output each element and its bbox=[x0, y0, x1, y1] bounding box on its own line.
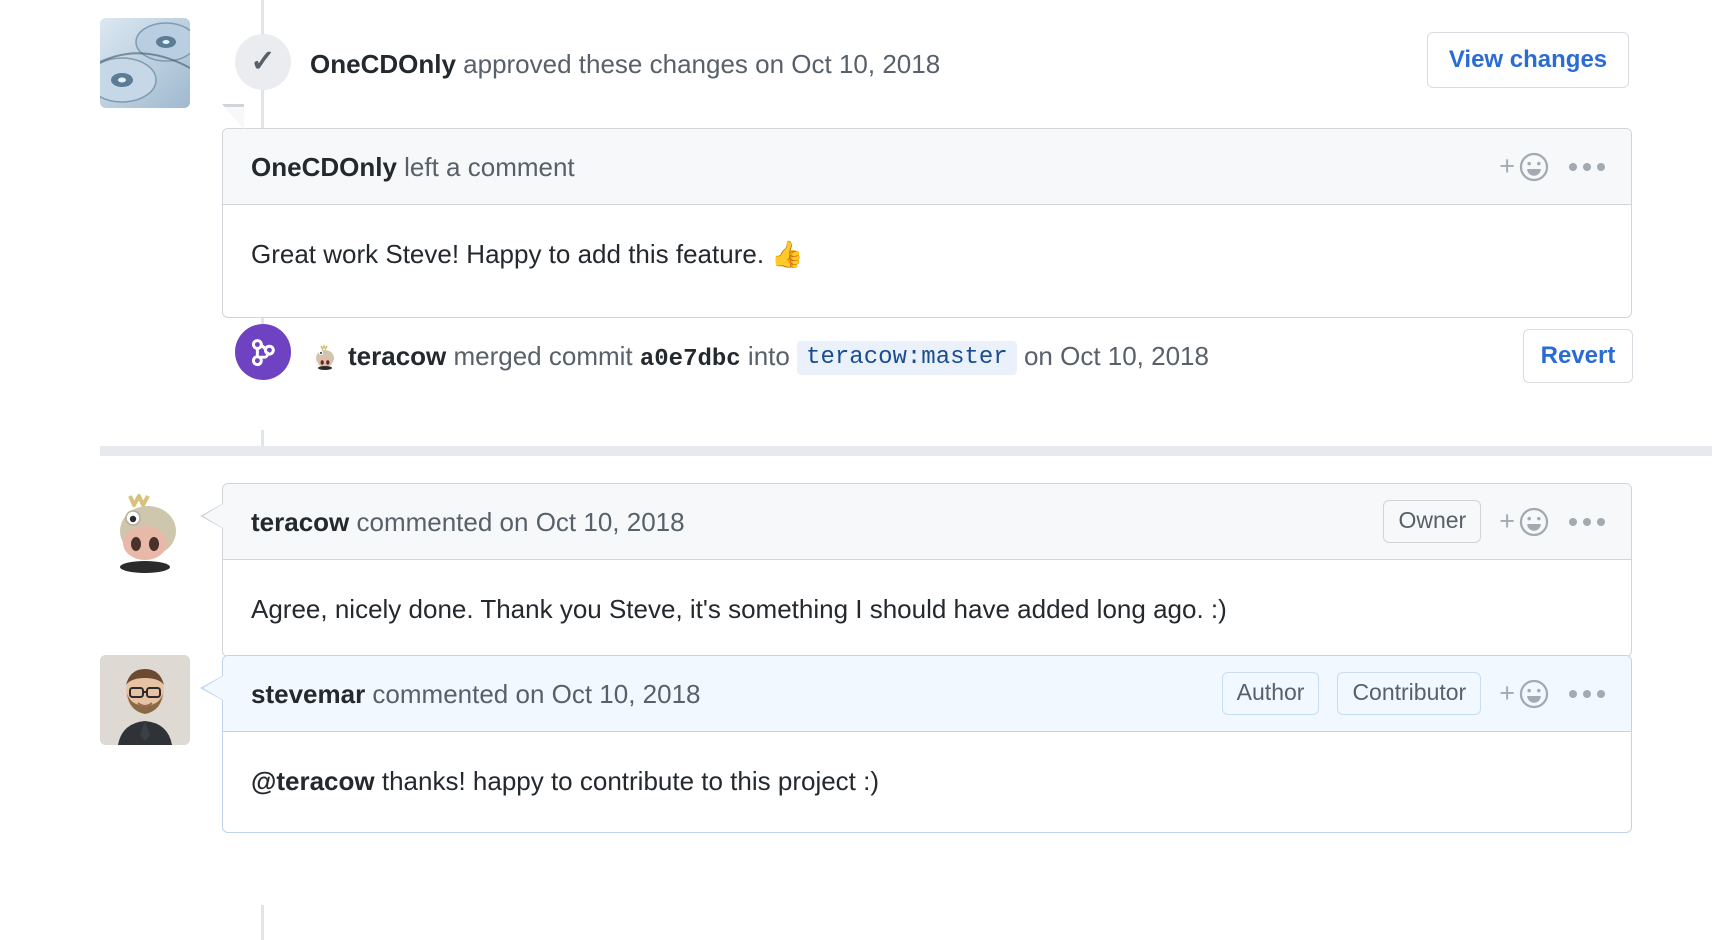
onecdonly-avatar[interactable] bbox=[100, 18, 190, 108]
stevemar-comment-action: commented on bbox=[365, 678, 552, 709]
view-changes-button[interactable]: View changes bbox=[1427, 32, 1629, 88]
plus-icon: + bbox=[1499, 151, 1515, 181]
approval-action: approved these changes on bbox=[455, 49, 792, 79]
timeline-rail-approve-to-comment bbox=[261, 88, 264, 128]
teracow-comment-header: teracow commented on Oct 10, 2018 Owner … bbox=[223, 484, 1631, 560]
merge-event-text: teracow merged commit a0e7dbc into terac… bbox=[310, 341, 1209, 376]
teracow-avatar[interactable] bbox=[100, 483, 190, 573]
review-comment-header-actions: + bbox=[1499, 129, 1605, 204]
teracow-inline-avatar[interactable] bbox=[310, 341, 340, 371]
review-comment-tail-fill bbox=[224, 107, 244, 129]
stevemar-comment-header: stevemar commented on Oct 10, 2018 Autho… bbox=[223, 656, 1631, 732]
status-badge-owner: Owner bbox=[1383, 499, 1482, 544]
stevemar-comment-body: @teracow thanks! happy to contribute to … bbox=[223, 732, 1631, 831]
smiley-plus-icon[interactable]: + bbox=[1499, 677, 1551, 711]
review-comment-header-text: OneCDOnly left a comment bbox=[251, 154, 575, 180]
approved-check-badge: ✓ bbox=[235, 34, 291, 90]
approval-event-text: OneCDOnly approved these changes on Oct … bbox=[310, 51, 940, 77]
merge-action-after: on bbox=[1016, 341, 1061, 371]
merge-commit-hash[interactable]: a0e7dbc bbox=[640, 346, 741, 373]
stevemar-avatar[interactable] bbox=[100, 655, 190, 745]
review-comment-box: OneCDOnly left a comment + Great work St… bbox=[222, 128, 1632, 318]
plus-icon: + bbox=[1499, 678, 1515, 708]
kebab-menu-icon[interactable] bbox=[1569, 689, 1605, 698]
stevemar-comment-header-actions: Author Contributor + bbox=[1221, 656, 1605, 731]
status-badge-contributor: Contributor bbox=[1337, 671, 1482, 716]
stevemar-comment-author[interactable]: stevemar bbox=[251, 679, 365, 709]
cd-disc-image bbox=[100, 18, 190, 108]
smiley-plus-icon[interactable]: + bbox=[1499, 505, 1551, 539]
teracow-comment-body: Agree, nicely done. Thank you Steve, it'… bbox=[251, 594, 1227, 624]
teracow-comment-box: teracow commented on Oct 10, 2018 Owner … bbox=[222, 483, 1632, 657]
teracow-comment-header-actions: Owner + bbox=[1383, 484, 1605, 559]
comment-body-rest: thanks! happy to contribute to this proj… bbox=[374, 766, 880, 796]
person-photo-image bbox=[100, 655, 190, 745]
review-comment-action: left a comment bbox=[396, 151, 575, 182]
smiley-plus-icon[interactable]: + bbox=[1499, 150, 1551, 184]
check-icon: ✓ bbox=[250, 45, 276, 78]
stevemar-comment-header-text: stevemar commented on Oct 10, 2018 bbox=[251, 681, 701, 707]
approval-date: Oct 10, 2018 bbox=[791, 49, 941, 79]
revert-label: Revert bbox=[1540, 342, 1616, 369]
cow-avatar-image bbox=[100, 483, 190, 573]
status-badge-author: Author bbox=[1221, 671, 1320, 716]
merge-action-mid: into bbox=[740, 341, 798, 371]
merge-target-branch[interactable]: teracow:master bbox=[797, 341, 1017, 376]
view-changes-label: View changes bbox=[1448, 46, 1608, 73]
timeline-rail-bottom bbox=[261, 905, 264, 940]
teracow-comment-author[interactable]: teracow bbox=[251, 507, 349, 537]
timeline-section-divider bbox=[100, 446, 1712, 456]
merge-date: Oct 10, 2018 bbox=[1060, 341, 1209, 371]
review-comment-header: OneCDOnly left a comment + bbox=[223, 129, 1631, 205]
smiley-icon bbox=[1519, 679, 1549, 708]
teracow-comment-date: Oct 10, 2018 bbox=[535, 506, 685, 537]
plus-icon: + bbox=[1499, 506, 1515, 536]
teracow-comment-header-text: teracow commented on Oct 10, 2018 bbox=[251, 509, 685, 535]
cow-face-image bbox=[310, 341, 340, 371]
teracow-comment-action: commented on bbox=[349, 506, 536, 537]
approval-author[interactable]: OneCDOnly bbox=[310, 49, 456, 79]
pull-request-timeline: ✓ OneCDOnly approved these changes on Oc… bbox=[0, 0, 1712, 940]
kebab-menu-icon[interactable] bbox=[1569, 517, 1605, 526]
kebab-menu-icon[interactable] bbox=[1569, 162, 1605, 171]
merge-action-before: merged commit bbox=[446, 341, 640, 371]
comment-mention[interactable]: @teracow bbox=[251, 766, 375, 796]
stevemar-comment-box: stevemar commented on Oct 10, 2018 Autho… bbox=[222, 655, 1632, 833]
timeline-rail-top bbox=[261, 0, 264, 34]
git-merge-icon bbox=[251, 339, 275, 367]
smiley-icon bbox=[1519, 152, 1549, 181]
teracow-comment-tail-fill bbox=[203, 504, 223, 528]
merge-author[interactable]: teracow bbox=[348, 341, 446, 371]
smiley-icon bbox=[1519, 507, 1549, 536]
revert-button[interactable]: Revert bbox=[1523, 329, 1633, 383]
review-comment-author[interactable]: OneCDOnly bbox=[251, 152, 397, 182]
merge-commit-badge bbox=[235, 324, 291, 380]
stevemar-comment-date: Oct 10, 2018 bbox=[551, 678, 701, 709]
review-comment-body: Great work Steve! Happy to add this feat… bbox=[251, 239, 804, 269]
stevemar-comment-tail-fill bbox=[203, 676, 223, 700]
